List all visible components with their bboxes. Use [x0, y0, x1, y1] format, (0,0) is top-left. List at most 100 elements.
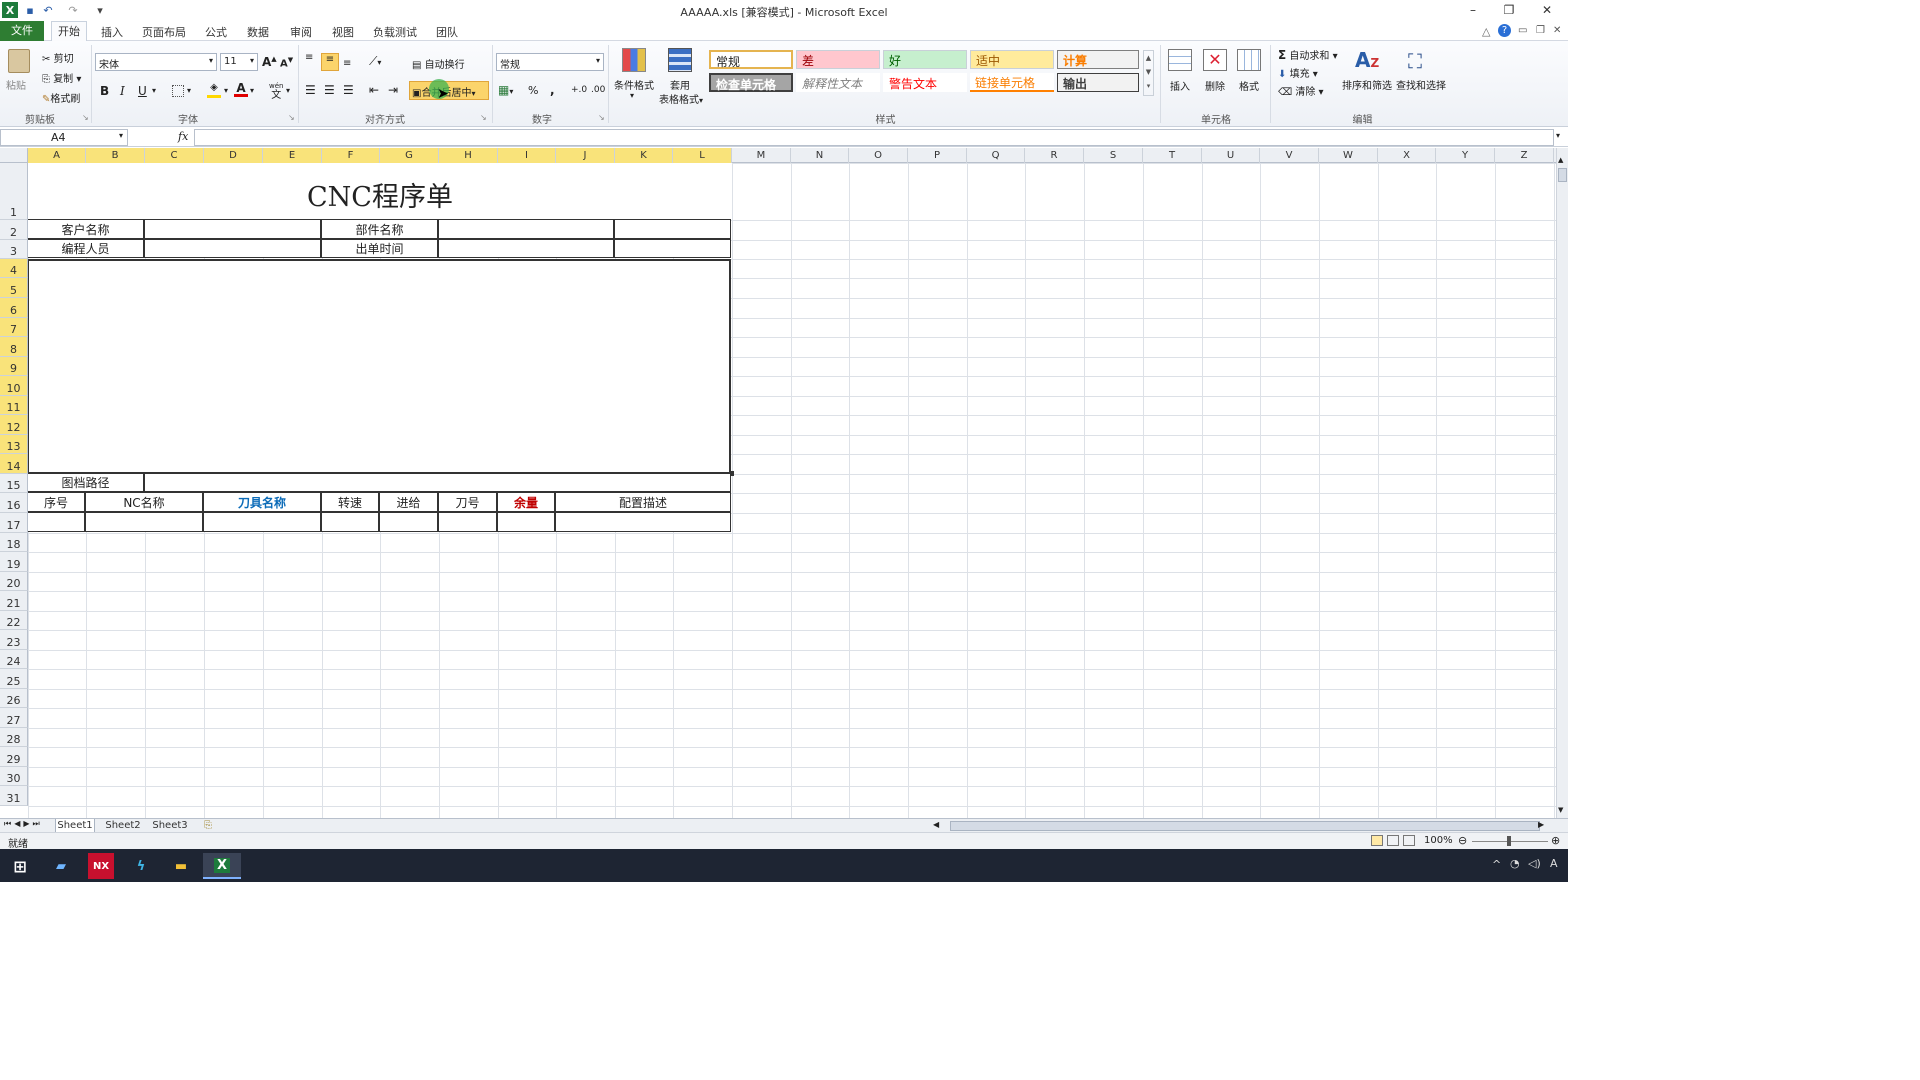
number-format-combo[interactable]: 常规 ▾: [496, 53, 604, 71]
style-check-cell[interactable]: 检查单元格: [709, 73, 793, 92]
column-header-b[interactable]: B: [86, 148, 145, 163]
row-header-31[interactable]: 31: [0, 786, 28, 806]
row-header-24[interactable]: 24: [0, 650, 28, 669]
data-row-1-cell-3[interactable]: [321, 512, 379, 532]
data-row-1-cell-0[interactable]: [28, 512, 85, 532]
row-header-7[interactable]: 7: [0, 318, 28, 337]
column-header-n[interactable]: N: [791, 148, 849, 163]
insert-cells-icon[interactable]: [1168, 49, 1192, 71]
clear-button[interactable]: ⌫ 清除 ▾: [1278, 83, 1324, 98]
font-launcher-icon[interactable]: ↘: [288, 113, 295, 122]
row-header-5[interactable]: 5: [0, 278, 28, 298]
row-header-28[interactable]: 28: [0, 728, 28, 747]
header-nc-name[interactable]: NC名称: [85, 492, 203, 512]
row-header-16[interactable]: 16: [0, 493, 28, 513]
name-box[interactable]: A4: [0, 129, 128, 146]
column-header-d[interactable]: D: [204, 148, 263, 163]
increase-indent-icon[interactable]: ⇥: [388, 83, 398, 97]
drawing-path-value[interactable]: [144, 473, 731, 492]
sort-filter-icon[interactable]: AZ: [1355, 48, 1379, 72]
chevron-down-icon[interactable]: ▾: [224, 86, 228, 95]
drawing-path-label[interactable]: 图档路径: [28, 473, 144, 492]
app-icon[interactable]: ϟ: [125, 853, 157, 879]
row-header-26[interactable]: 26: [0, 689, 28, 708]
tab-view[interactable]: 视图: [328, 24, 358, 40]
row-header-9[interactable]: 9: [0, 357, 28, 376]
header-tool-no[interactable]: 刀号: [438, 492, 497, 512]
row-header-15[interactable]: 15: [0, 474, 28, 493]
vertical-scroll-thumb[interactable]: [1558, 168, 1567, 182]
data-row-1-cell-4[interactable]: [379, 512, 438, 532]
format-painter-button[interactable]: ✎格式刷: [42, 90, 80, 105]
style-good[interactable]: 好: [883, 50, 967, 69]
row-header-22[interactable]: 22: [0, 611, 28, 630]
column-header-j[interactable]: J: [556, 148, 615, 163]
desktop-app-icon[interactable]: ▰: [45, 853, 77, 879]
row-header-8[interactable]: 8: [0, 337, 28, 357]
column-header-q[interactable]: Q: [967, 148, 1025, 163]
bold-button[interactable]: B: [100, 84, 109, 98]
column-header-s[interactable]: S: [1084, 148, 1143, 163]
tab-home[interactable]: 开始: [51, 21, 87, 42]
help-icon[interactable]: ?: [1498, 24, 1511, 37]
vertical-scrollbar[interactable]: ▲ ▼: [1556, 148, 1568, 818]
header-allowance[interactable]: 余量: [497, 492, 555, 512]
header-feed[interactable]: 进给: [379, 492, 438, 512]
style-normal[interactable]: 常规: [709, 50, 793, 69]
doc-close-icon[interactable]: ✕: [1553, 25, 1561, 36]
hscroll-right-icon[interactable]: ▶: [1538, 820, 1544, 829]
customer-name-label[interactable]: 客户名称: [28, 219, 144, 239]
column-header-k[interactable]: K: [615, 148, 673, 163]
table-format-label-1[interactable]: 套用: [657, 77, 703, 92]
column-header-v[interactable]: V: [1260, 148, 1319, 163]
tab-load-test[interactable]: 负载测试: [371, 24, 419, 40]
decrease-decimal-icon[interactable]: .00: [591, 85, 605, 95]
data-row-1-cell-2[interactable]: [203, 512, 321, 532]
align-middle-icon[interactable]: ≡: [321, 53, 339, 71]
grow-font-icon[interactable]: A▲: [262, 55, 277, 69]
merge-center-button[interactable]: ▣合并后居中▾: [409, 81, 489, 100]
excel-taskbar-icon[interactable]: X: [203, 853, 241, 879]
network-icon[interactable]: ◔: [1510, 857, 1520, 870]
cut-button[interactable]: ✂ 剪切: [42, 50, 74, 65]
file-explorer-icon[interactable]: ▬: [165, 853, 197, 879]
chevron-down-icon[interactable]: ▾: [250, 86, 254, 95]
column-header-g[interactable]: G: [380, 148, 439, 163]
header-description[interactable]: 配置描述: [555, 492, 731, 512]
tab-formulas[interactable]: 公式: [201, 24, 231, 40]
style-linked-cell[interactable]: 链接单元格: [970, 73, 1054, 92]
row-header-4[interactable]: 4: [0, 259, 28, 278]
data-row-1-cell-5[interactable]: [438, 512, 497, 532]
column-header-f[interactable]: F: [322, 148, 380, 163]
hscroll-left-icon[interactable]: ◀: [933, 820, 943, 829]
row-header-13[interactable]: 13: [0, 435, 28, 454]
tab-data[interactable]: 数据: [243, 24, 273, 40]
normal-view-icon[interactable]: [1371, 835, 1383, 846]
autosum-button[interactable]: Σ 自动求和 ▾: [1278, 47, 1338, 62]
row-header-23[interactable]: 23: [0, 630, 28, 650]
horizontal-scroll-thumb[interactable]: [950, 821, 1540, 831]
font-size-combo[interactable]: 11 ▾: [220, 53, 258, 71]
underline-button[interactable]: U: [138, 84, 147, 98]
row-header-21[interactable]: 21: [0, 591, 28, 611]
comma-icon[interactable]: ,: [550, 83, 555, 97]
align-bottom-icon[interactable]: ≡: [343, 58, 355, 69]
part-name-label[interactable]: 部件名称: [321, 219, 438, 239]
paste-icon[interactable]: [8, 49, 30, 73]
row-header-1[interactable]: 1: [0, 163, 28, 220]
decrease-indent-icon[interactable]: ⇤: [369, 83, 379, 97]
header-speed[interactable]: 转速: [321, 492, 379, 512]
conditional-format-icon[interactable]: [622, 48, 646, 72]
volume-icon[interactable]: ◁): [1528, 857, 1541, 870]
tab-team[interactable]: 团队: [432, 24, 462, 40]
column-header-x[interactable]: X: [1378, 148, 1436, 163]
close-button[interactable]: ✕: [1537, 3, 1557, 19]
expand-formula-icon[interactable]: ▾: [1556, 131, 1560, 140]
row-header-14[interactable]: 14: [0, 454, 28, 474]
insert-button[interactable]: 插入: [1168, 78, 1192, 93]
copy-button[interactable]: ⎘ 复制 ▾: [42, 70, 81, 85]
column-header-r[interactable]: R: [1025, 148, 1084, 163]
align-left-icon[interactable]: ☰: [305, 83, 316, 97]
column-header-l[interactable]: L: [673, 148, 732, 163]
sheet-tab-sheet1[interactable]: Sheet1: [55, 819, 95, 833]
